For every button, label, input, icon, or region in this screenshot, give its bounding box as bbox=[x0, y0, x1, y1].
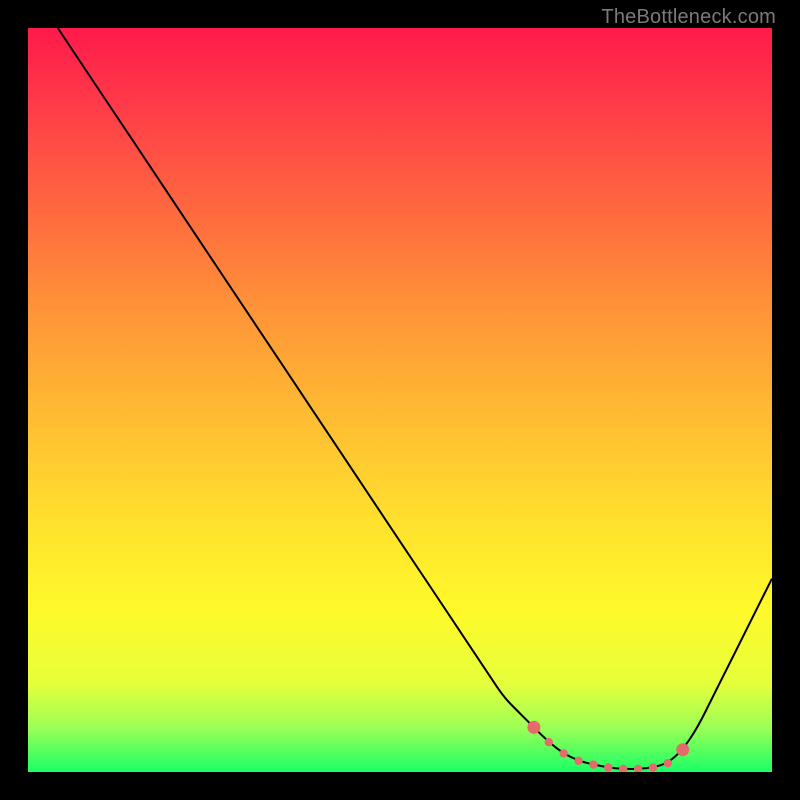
highlight-dot bbox=[664, 759, 672, 767]
highlight-dot bbox=[619, 765, 627, 772]
highlight-dot bbox=[604, 763, 612, 771]
highlight-dot bbox=[545, 738, 553, 746]
highlight-dot bbox=[676, 743, 689, 756]
optimal-range-dots bbox=[527, 721, 689, 772]
bottleneck-curve-line bbox=[58, 28, 772, 769]
highlight-dot bbox=[560, 749, 568, 757]
highlight-dot bbox=[649, 763, 657, 771]
highlight-dot bbox=[589, 760, 597, 768]
highlight-dot bbox=[634, 765, 642, 772]
highlight-dot bbox=[527, 721, 540, 734]
highlight-dot bbox=[574, 757, 582, 765]
bottleneck-curve-svg bbox=[28, 28, 772, 772]
branding-watermark: TheBottleneck.com bbox=[601, 6, 776, 29]
chart-container: TheBottleneck.com bbox=[0, 0, 800, 800]
